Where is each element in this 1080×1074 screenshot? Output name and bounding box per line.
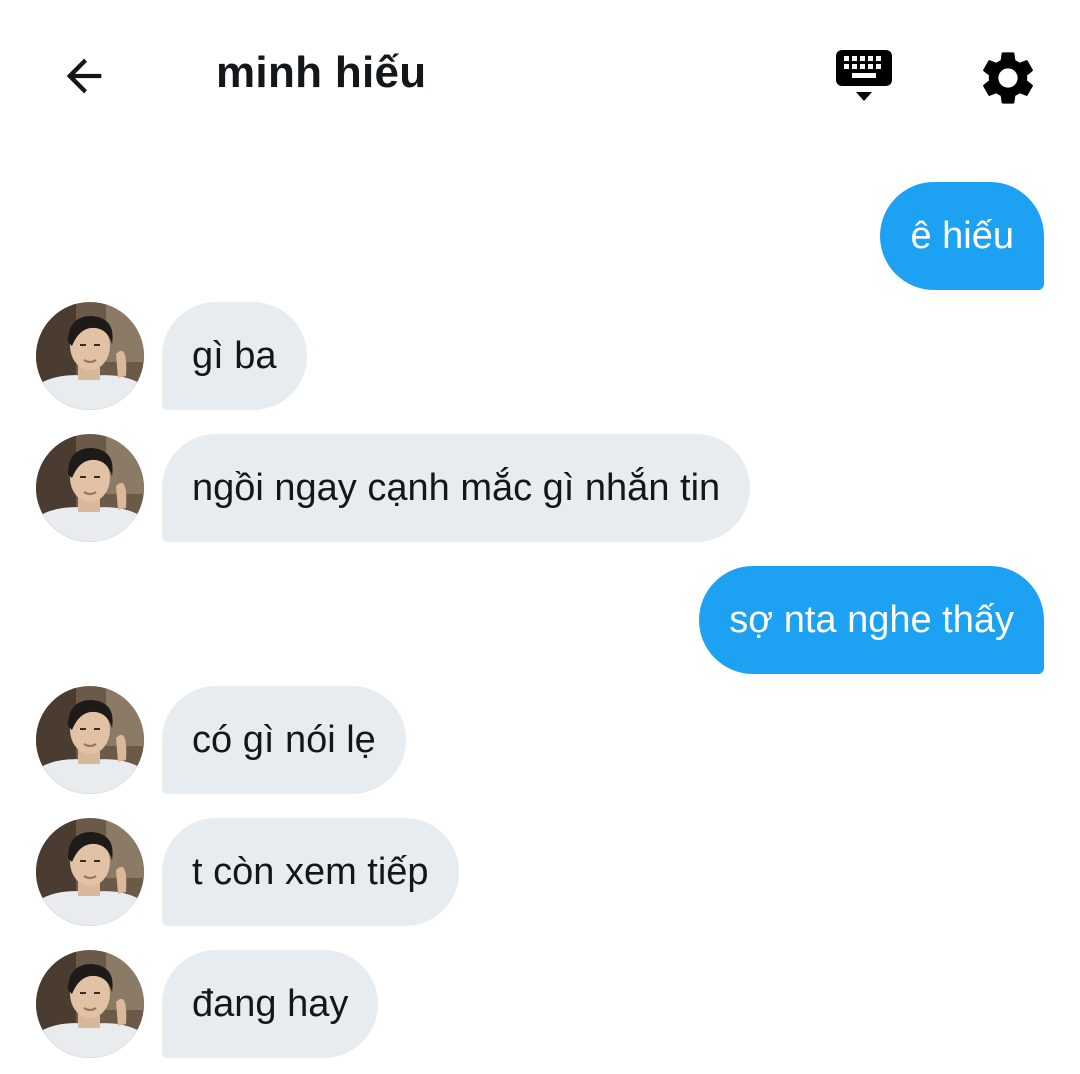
avatar[interactable] [36, 302, 144, 410]
incoming-message[interactable]: có gì nói lẹ [162, 686, 406, 794]
incoming-message[interactable]: ngồi ngay cạnh mắc gì nhắn tin [162, 434, 751, 542]
incoming-message[interactable]: gì ba [162, 302, 307, 410]
incoming-message[interactable]: t còn xem tiếp [162, 818, 459, 926]
incoming-message[interactable]: đang hay [162, 950, 379, 1058]
avatar[interactable] [36, 434, 144, 542]
outgoing-message[interactable]: ê hiếu [880, 182, 1044, 290]
outgoing-message[interactable]: sợ nta nghe thấy [699, 566, 1044, 674]
avatar[interactable] [36, 686, 144, 794]
avatar[interactable] [36, 950, 144, 1058]
avatar[interactable] [36, 818, 144, 926]
message-list: ê hiếu gì ba ngồi ngay cạnh mắc gì nhắn … [0, 0, 1080, 1074]
